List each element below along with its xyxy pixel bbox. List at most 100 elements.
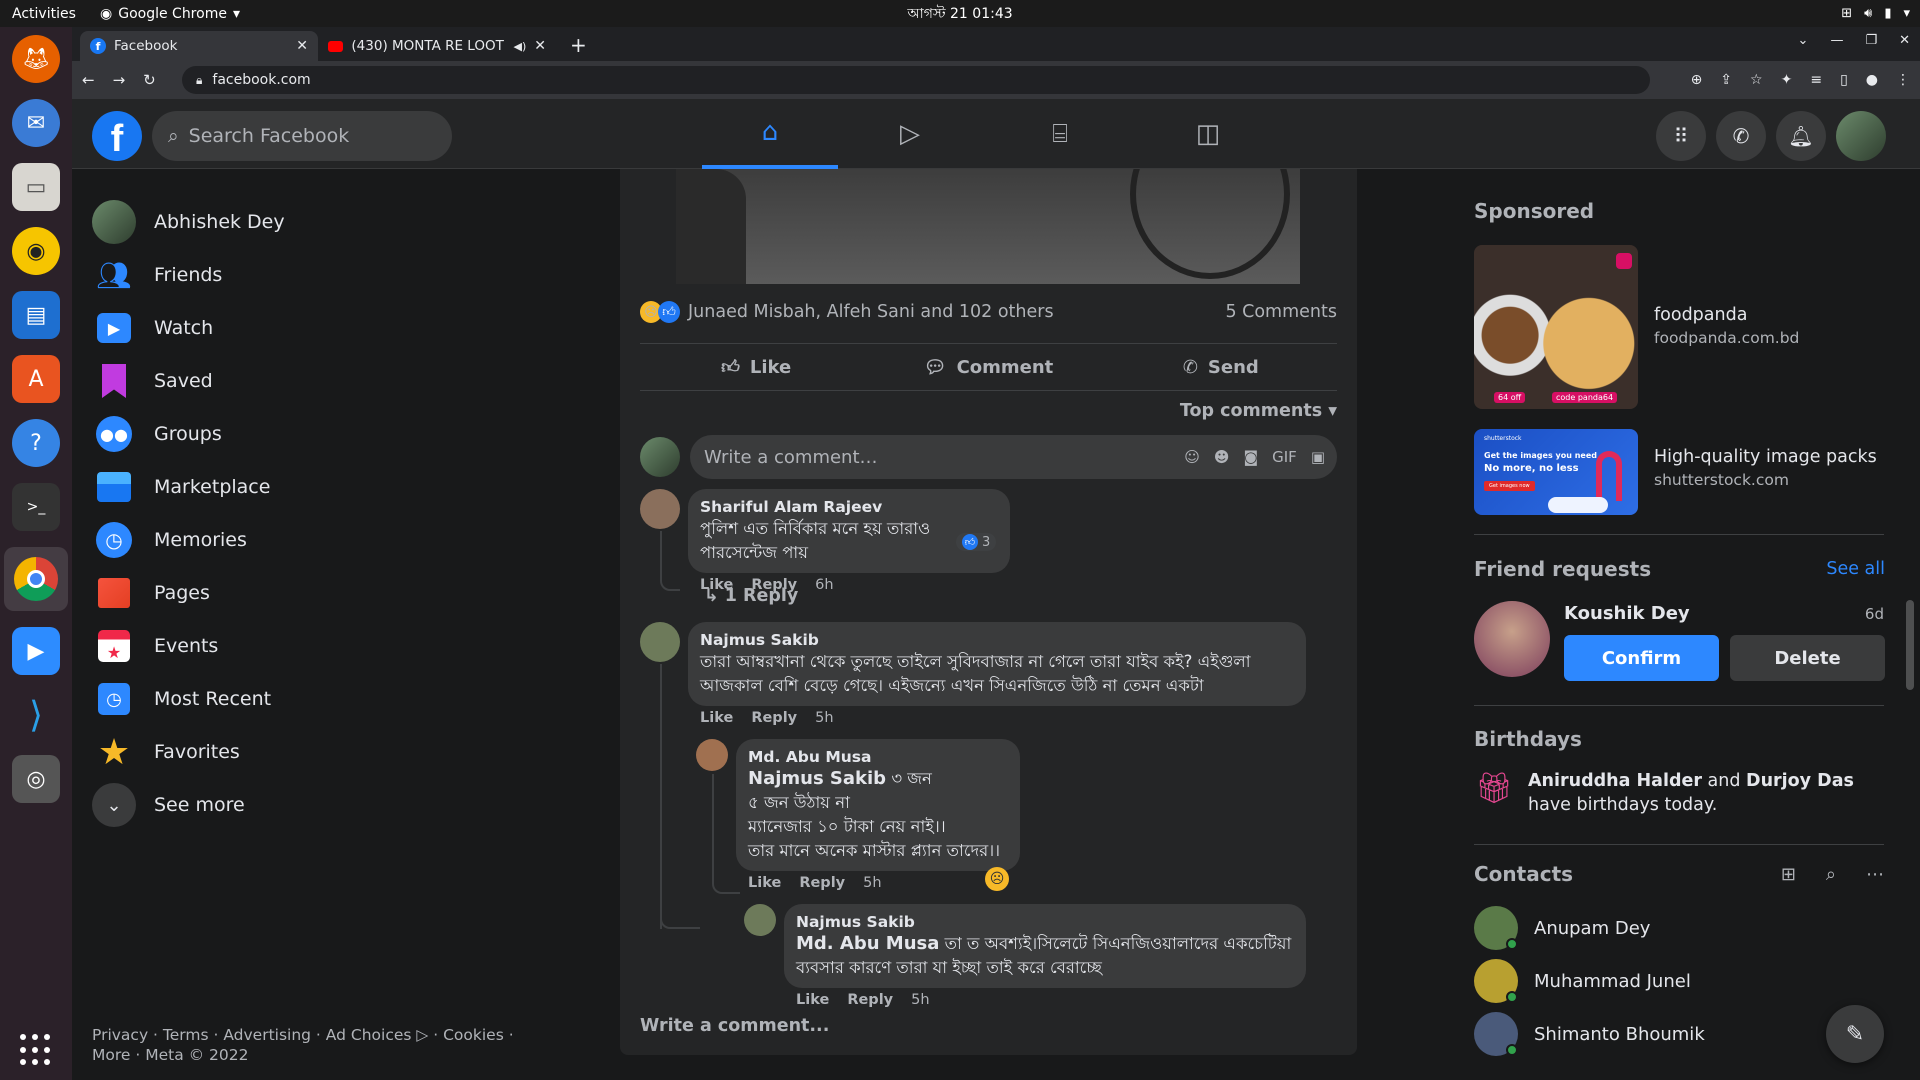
contact-item[interactable]: Anupam Dey	[1474, 902, 1884, 954]
page-scrollbar[interactable]	[1906, 600, 1914, 690]
sidebar-item-pages[interactable]: Pages	[92, 563, 612, 623]
comment-button[interactable]: 💬︎ Comment	[872, 344, 1104, 390]
sidebar-item-friends[interactable]: 👥︎ Friends	[92, 245, 612, 305]
reload-icon[interactable]: ↻	[143, 71, 156, 89]
zoom-icon[interactable]: ⊕	[1691, 72, 1703, 88]
show-apps-icon[interactable]	[20, 1034, 52, 1066]
notifications-button[interactable]: 🔔︎	[1776, 111, 1826, 161]
avatar[interactable]	[640, 489, 680, 529]
battery-icon[interactable]: ▮	[1884, 6, 1891, 21]
back-icon[interactable]: ←	[82, 71, 95, 89]
network-icon[interactable]: ⊞	[1841, 6, 1852, 21]
zoom-icon[interactable]: ▶	[12, 627, 60, 675]
birthday-item[interactable]: 🎁︎ Aniruddha Halder and Durjoy Das have …	[1474, 769, 1884, 817]
nav-gaming[interactable]: ◫	[1140, 99, 1276, 169]
audio-playing-icon[interactable]: ◀)	[514, 40, 527, 53]
comment-author[interactable]: Najmus Sakib	[700, 630, 1294, 650]
sticker-icon[interactable]: ▣	[1311, 448, 1325, 466]
sidebar-item-favorites[interactable]: ★ Favorites	[92, 722, 612, 782]
bookmark-star-icon[interactable]: ☆	[1750, 72, 1763, 88]
software-icon[interactable]: A	[12, 355, 60, 403]
avatar-sticker-icon[interactable]: ☺	[1184, 448, 1200, 466]
comment-like-link[interactable]: Like	[700, 710, 733, 726]
help-icon[interactable]: ?	[12, 419, 60, 467]
footer-links[interactable]: Privacy · Terms · Advertising · Ad Choic…	[92, 1025, 522, 1065]
facebook-logo-icon[interactable]: f	[92, 111, 142, 161]
comments-count[interactable]: 5 Comments	[1225, 302, 1337, 322]
disk-icon[interactable]: ◎	[12, 755, 60, 803]
gif-icon[interactable]: GIF	[1272, 448, 1297, 466]
mention-link[interactable]: Md. Abu Musa	[796, 933, 939, 954]
nav-marketplace[interactable]: ⌸	[992, 99, 1128, 169]
new-message-button[interactable]: ✎	[1826, 1005, 1884, 1063]
ad-item[interactable]: 64 off code panda64 foodpanda foodpanda.…	[1474, 245, 1884, 409]
sidebar-item-watch[interactable]: ▶ Watch	[92, 298, 612, 358]
side-panel-icon[interactable]: ▯	[1840, 72, 1848, 88]
sidebar-item-profile[interactable]: Abhishek Dey	[92, 192, 612, 252]
sad-reaction-icon[interactable]: ☹	[985, 867, 1009, 891]
reading-list-icon[interactable]: ≡	[1810, 72, 1822, 88]
ad-image-foodpanda[interactable]: 64 off code panda64	[1474, 245, 1638, 409]
emoji-icon[interactable]: ☻	[1214, 448, 1230, 466]
comment-reply-link[interactable]: Reply	[847, 992, 893, 1008]
close-window-icon[interactable]: ✕	[1899, 33, 1910, 48]
mention-link[interactable]: Najmus Sakib	[748, 768, 886, 789]
comment-time[interactable]: 5h	[863, 875, 881, 891]
activities-button[interactable]: Activities	[0, 6, 100, 22]
comment-time[interactable]: 6h	[815, 577, 833, 593]
reactions-summary[interactable]: ☹ 👍︎ Junaed Misbah, Alfeh Sani and 102 o…	[640, 295, 1337, 329]
nav-watch[interactable]: ▷	[842, 99, 978, 169]
firefox-icon[interactable]: 🦊︎	[12, 35, 60, 83]
files-icon[interactable]: ▭	[12, 163, 60, 211]
menu-button[interactable]: ⠿	[1656, 111, 1706, 161]
messenger-button[interactable]: ✆	[1716, 111, 1766, 161]
tab-search-icon[interactable]: ⌄	[1798, 33, 1809, 48]
power-menu-icon[interactable]: ▾	[1903, 6, 1910, 21]
app-menu[interactable]: ◉ Google Chrome ▾	[100, 6, 240, 22]
lock-icon[interactable]: 🔒︎	[196, 73, 202, 88]
comment-like-link[interactable]: Like	[796, 992, 829, 1008]
comment-author[interactable]: Shariful Alam Rajeev	[700, 497, 998, 517]
ad-image-shutterstock[interactable]: shutterstock Get the images you need No …	[1474, 429, 1638, 515]
sidebar-item-saved[interactable]: Saved	[92, 351, 612, 411]
address-bar[interactable]: 🔒︎ facebook.com	[182, 66, 1650, 94]
system-tray[interactable]: ⊞ 🔊︎ ▮ ▾	[1841, 6, 1910, 21]
comment-sort-dropdown[interactable]: Top comments ▾	[1180, 401, 1337, 421]
vscode-icon[interactable]: ⟩	[12, 691, 60, 739]
sidebar-item-memories[interactable]: ◷ Memories	[92, 510, 612, 570]
comment-author[interactable]: Md. Abu Musa	[748, 747, 1008, 767]
avatar[interactable]	[696, 739, 728, 771]
clock[interactable]: আগস্ট 21 01:43	[907, 2, 1012, 26]
contact-item[interactable]: Muhammad Junel	[1474, 955, 1884, 1007]
send-button[interactable]: ✆ Send	[1105, 344, 1337, 390]
delete-button[interactable]: Delete	[1730, 635, 1885, 681]
new-room-icon[interactable]: ⊞	[1781, 864, 1796, 885]
friend-request-name[interactable]: Koushik Dey	[1564, 603, 1690, 624]
sidebar-item-groups[interactable]: ●● Groups	[92, 404, 612, 464]
comment-time[interactable]: 5h	[815, 710, 833, 726]
maximize-icon[interactable]: ❐	[1865, 33, 1877, 48]
profile-avatar[interactable]: ●	[1866, 72, 1878, 88]
ad-item[interactable]: shutterstock Get the images you need No …	[1474, 429, 1884, 515]
forward-icon[interactable]: →	[113, 71, 126, 89]
menu-kebab-icon[interactable]: ⋮	[1896, 72, 1910, 88]
contact-item[interactable]: Shimanto Bhoumik	[1474, 1008, 1884, 1060]
reactions-text[interactable]: Junaed Misbah, Alfeh Sani and 102 others	[688, 302, 1054, 322]
close-tab-icon[interactable]: ✕	[534, 38, 546, 54]
avatar[interactable]	[1474, 601, 1550, 677]
minimize-icon[interactable]: —	[1830, 33, 1843, 48]
camera-icon[interactable]: ◙	[1244, 448, 1259, 466]
sidebar-item-marketplace[interactable]: Marketplace	[92, 457, 612, 517]
comment-reply-link[interactable]: Reply	[751, 710, 797, 726]
volume-icon[interactable]: 🔊︎	[1864, 6, 1872, 21]
writer-icon[interactable]: ▤	[12, 291, 60, 339]
see-all-link[interactable]: See all	[1826, 559, 1885, 579]
rhythmbox-icon[interactable]: ◉	[12, 227, 60, 275]
more-options-icon[interactable]: ⋯	[1866, 864, 1884, 885]
comment-input[interactable]: Write a comment… ☺ ☻ ◙ GIF ▣	[690, 435, 1337, 479]
sidebar-item-events[interactable]: ★ Events	[92, 616, 612, 676]
account-avatar[interactable]	[1836, 111, 1886, 161]
comment-reply-link[interactable]: Reply	[799, 875, 845, 891]
comment-author[interactable]: Najmus Sakib	[796, 912, 1294, 932]
tab-facebook[interactable]: f Facebook ✕	[80, 31, 318, 61]
